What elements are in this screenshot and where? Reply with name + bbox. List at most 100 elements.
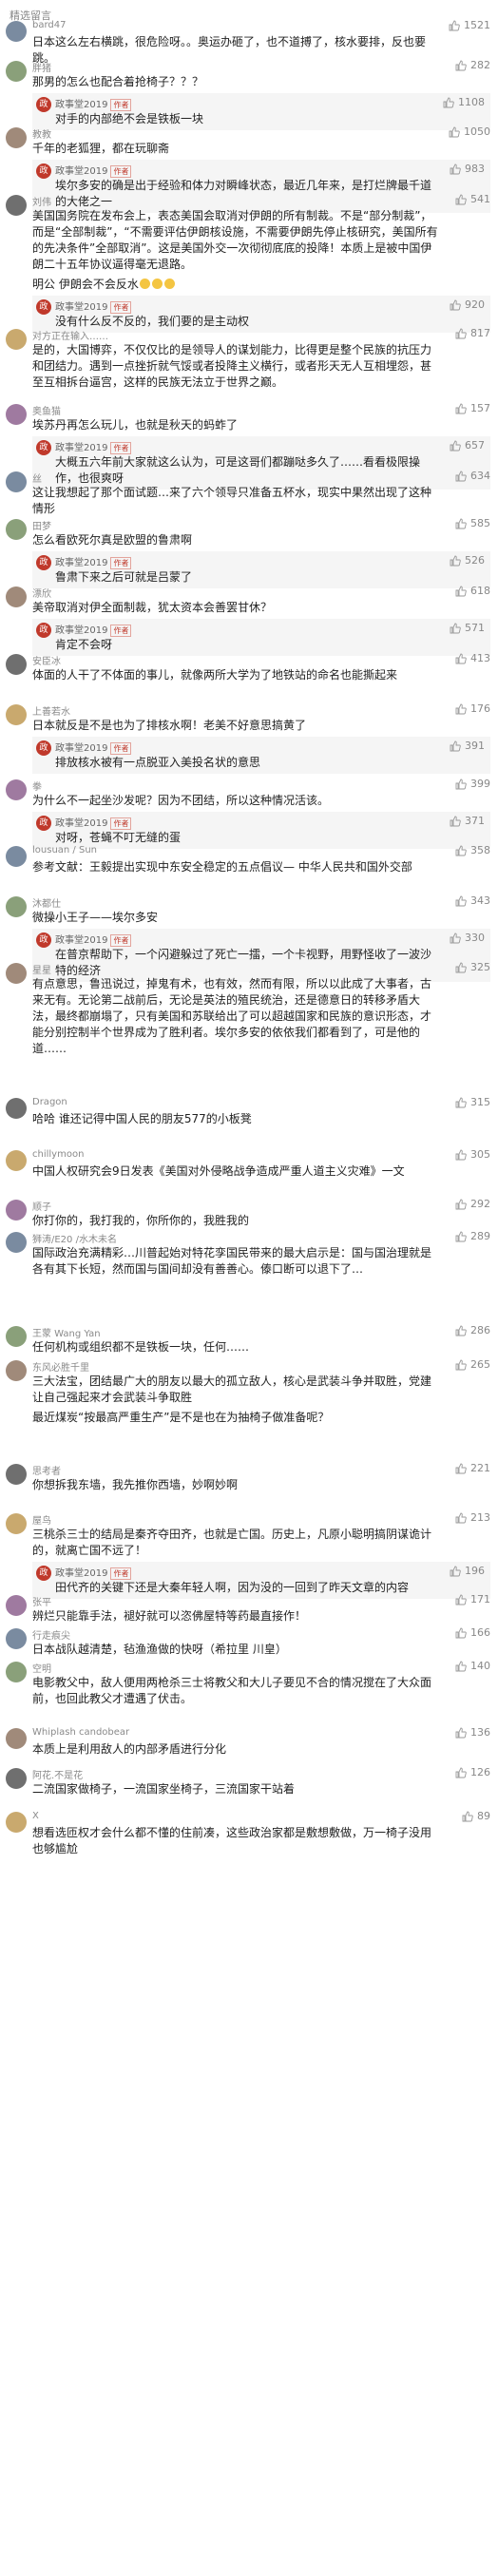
reply-like-button[interactable]: 983 bbox=[450, 163, 485, 175]
comment-username[interactable]: 安臣冰 bbox=[32, 653, 61, 667]
avatar[interactable] bbox=[6, 779, 27, 800]
reply-like-button[interactable]: 1108 bbox=[443, 96, 485, 108]
avatar[interactable] bbox=[6, 1360, 27, 1381]
reply-author-name[interactable]: 政事堂2019 作者 bbox=[55, 622, 132, 637]
avatar[interactable] bbox=[6, 127, 27, 148]
like-button[interactable]: 166 bbox=[455, 1626, 490, 1639]
like-button[interactable]: 634 bbox=[455, 470, 490, 482]
like-button[interactable]: 282 bbox=[455, 59, 490, 71]
like-button[interactable]: 289 bbox=[455, 1230, 490, 1242]
like-button[interactable]: 89 bbox=[462, 1810, 490, 1822]
avatar[interactable] bbox=[6, 404, 27, 425]
comment-username[interactable]: 空明 bbox=[32, 1661, 51, 1675]
like-button[interactable]: 140 bbox=[455, 1660, 490, 1672]
comment-username[interactable]: 奥鱼猫 bbox=[32, 403, 61, 417]
reply-author-name[interactable]: 政事堂2019 作者 bbox=[55, 439, 132, 454]
reply-like-button[interactable]: 657 bbox=[450, 439, 485, 452]
reply-author-avatar[interactable]: 政 bbox=[36, 555, 51, 570]
like-button[interactable]: 585 bbox=[455, 517, 490, 529]
like-button[interactable]: 315 bbox=[455, 1096, 490, 1108]
comment-username[interactable]: 拳 bbox=[32, 779, 42, 793]
reply-like-button[interactable]: 571 bbox=[450, 622, 485, 634]
comment-username[interactable]: 星星 bbox=[32, 962, 51, 976]
reply-author-name[interactable]: 政事堂2019 作者 bbox=[55, 298, 132, 314]
avatar[interactable] bbox=[6, 1513, 27, 1534]
like-button[interactable]: 1521 bbox=[449, 19, 490, 31]
comment-username[interactable]: 阿花.不是花 bbox=[32, 1767, 83, 1781]
reply-like-button[interactable]: 196 bbox=[450, 1565, 485, 1577]
reply-author-avatar[interactable]: 政 bbox=[36, 740, 51, 756]
reply-author-avatar[interactable]: 政 bbox=[36, 1566, 51, 1581]
like-button[interactable]: 265 bbox=[455, 1358, 490, 1371]
reply-like-button[interactable]: 330 bbox=[450, 932, 485, 944]
avatar[interactable] bbox=[6, 704, 27, 725]
comment-username[interactable]: 顺子 bbox=[32, 1199, 51, 1213]
avatar[interactable] bbox=[6, 896, 27, 917]
comment-username[interactable]: 丝 bbox=[32, 471, 42, 485]
like-button[interactable]: 305 bbox=[455, 1148, 490, 1161]
reply-like-button[interactable]: 371 bbox=[450, 815, 485, 827]
comment-username[interactable]: 思考者 bbox=[32, 1463, 61, 1477]
comment-username[interactable]: 王蒙 Wang Yan bbox=[32, 1325, 101, 1339]
reply-like-button[interactable]: 526 bbox=[450, 554, 485, 567]
reply-author-avatar[interactable]: 政 bbox=[36, 816, 51, 831]
like-button[interactable]: 413 bbox=[455, 652, 490, 664]
comment-username[interactable]: 田梦 bbox=[32, 518, 51, 532]
avatar[interactable] bbox=[6, 1326, 27, 1347]
reply-author-avatar[interactable]: 政 bbox=[36, 163, 51, 179]
comment-username[interactable]: 刘伟 bbox=[32, 194, 51, 208]
reply-like-button[interactable]: 391 bbox=[450, 740, 485, 752]
like-button[interactable]: 1050 bbox=[449, 125, 490, 138]
reply-author-avatar[interactable]: 政 bbox=[36, 440, 51, 455]
comment-username[interactable]: Dragon bbox=[32, 1097, 67, 1107]
comment-username[interactable]: 狮涛/E20 /水木未名 bbox=[32, 1231, 117, 1245]
avatar[interactable] bbox=[6, 1232, 27, 1253]
like-button[interactable]: 136 bbox=[455, 1726, 490, 1739]
like-button[interactable]: 171 bbox=[455, 1593, 490, 1605]
reply-author-name[interactable]: 政事堂2019 作者 bbox=[55, 96, 132, 111]
like-button[interactable]: 213 bbox=[455, 1511, 490, 1524]
comment-username[interactable]: 胖猪 bbox=[32, 60, 51, 74]
comment-username[interactable]: X bbox=[32, 1811, 39, 1821]
reply-author-name[interactable]: 政事堂2019 作者 bbox=[55, 815, 132, 830]
comment-username[interactable]: Whiplash candobear bbox=[32, 1727, 129, 1738]
comment-username[interactable]: 屋鸟 bbox=[32, 1512, 51, 1527]
comment-username[interactable]: 行走痕尖 bbox=[32, 1627, 70, 1642]
avatar[interactable] bbox=[6, 1812, 27, 1833]
avatar[interactable] bbox=[6, 1464, 27, 1485]
avatar[interactable] bbox=[6, 1768, 27, 1789]
like-button[interactable]: 399 bbox=[455, 778, 490, 790]
comment-username[interactable]: 上善若水 bbox=[32, 703, 70, 718]
comment-username[interactable]: lousuan / Sun bbox=[32, 845, 97, 855]
reply-author-name[interactable]: 政事堂2019 作者 bbox=[55, 740, 132, 755]
avatar[interactable] bbox=[6, 195, 27, 216]
comment-username[interactable]: 教教 bbox=[32, 126, 51, 141]
avatar[interactable] bbox=[6, 471, 27, 492]
like-button[interactable]: 221 bbox=[455, 1462, 490, 1474]
comment-username[interactable]: bard47 bbox=[32, 20, 66, 30]
reply-author-name[interactable]: 政事堂2019 作者 bbox=[55, 554, 132, 569]
comment-username[interactable]: 沐都仕 bbox=[32, 895, 61, 910]
avatar[interactable] bbox=[6, 1595, 27, 1616]
avatar[interactable] bbox=[6, 519, 27, 540]
like-button[interactable]: 358 bbox=[455, 844, 490, 856]
reply-author-name[interactable]: 政事堂2019 作者 bbox=[55, 932, 132, 947]
avatar[interactable] bbox=[6, 1150, 27, 1171]
like-button[interactable]: 157 bbox=[455, 402, 490, 414]
like-button[interactable]: 292 bbox=[455, 1198, 490, 1210]
avatar[interactable] bbox=[6, 963, 27, 984]
comment-username[interactable]: 漂欣 bbox=[32, 586, 51, 600]
reply-author-name[interactable]: 政事堂2019 作者 bbox=[55, 163, 132, 178]
like-button[interactable]: 126 bbox=[455, 1766, 490, 1778]
like-button[interactable]: 176 bbox=[455, 702, 490, 715]
avatar[interactable] bbox=[6, 1098, 27, 1119]
reply-author-avatar[interactable]: 政 bbox=[36, 97, 51, 112]
reply-like-button[interactable]: 920 bbox=[450, 298, 485, 311]
comment-username[interactable]: 东风必胜千里 bbox=[32, 1359, 89, 1374]
like-button[interactable]: 343 bbox=[455, 894, 490, 907]
avatar[interactable] bbox=[6, 654, 27, 675]
avatar[interactable] bbox=[6, 846, 27, 867]
avatar[interactable] bbox=[6, 329, 27, 350]
avatar[interactable] bbox=[6, 1662, 27, 1682]
like-button[interactable]: 541 bbox=[455, 193, 490, 205]
